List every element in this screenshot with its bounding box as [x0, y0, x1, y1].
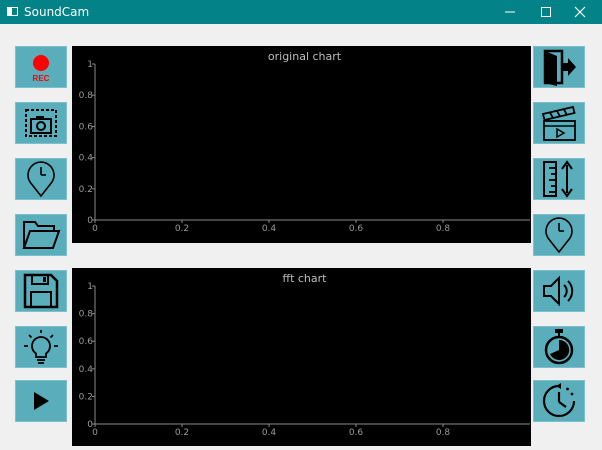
app-window-icon	[7, 7, 18, 16]
lightbulb-icon	[24, 330, 58, 364]
rec-label: REC	[33, 74, 50, 83]
chart-title: fft chart	[283, 272, 328, 285]
maximize-icon	[541, 7, 551, 17]
original-chart-panel: original chart 0 0.2 0.4 0.6 0.8 1 0 0.2 0.4 0.6 0.…	[72, 46, 531, 243]
chart-title: original chart	[268, 50, 342, 63]
original-chart: original chart00.20.40.60.810 0.2 0.4 0.6 0.…	[79, 50, 530, 234]
play-icon	[34, 392, 49, 410]
x-tick-label: 0	[92, 224, 98, 234]
clapperboard-button[interactable]	[533, 102, 585, 144]
scale-button[interactable]	[533, 158, 585, 200]
save-button[interactable]	[15, 270, 67, 312]
main-client-area: REC original chart 0 0.2 0.4 0.6 0.8 1 0…	[1, 24, 601, 449]
screenshot-button[interactable]	[15, 102, 67, 144]
fft-chart: fft chart00.20.40.60.810 0.2 0.4 0.6 0.8	[79, 272, 530, 438]
x-tick-label: 0	[92, 428, 98, 438]
y-tick-label: 0.2	[79, 392, 93, 402]
x-tick-label: 0.4	[262, 428, 277, 438]
close-button[interactable]	[557, 0, 602, 24]
y-tick-label: 0.2	[79, 185, 93, 195]
light-button[interactable]	[15, 326, 67, 368]
y-tick-label: 0.4	[79, 365, 94, 375]
sound-button[interactable]	[533, 270, 585, 312]
timer-pin-icon	[545, 217, 573, 254]
y-tick-label: 0.4	[79, 154, 94, 164]
screenshot-camera-icon	[25, 109, 57, 137]
play-button[interactable]	[15, 380, 67, 422]
x-tick-label: 0.6	[349, 224, 364, 234]
exit-icon	[543, 49, 576, 86]
timer-button-left[interactable]	[15, 158, 67, 200]
open-folder-button[interactable]	[15, 214, 67, 256]
clapperboard-icon	[541, 105, 576, 141]
x-tick-label: 0.6	[349, 428, 364, 438]
timelapse-button[interactable]	[533, 380, 585, 422]
exit-button[interactable]	[533, 46, 585, 88]
timer-pin-icon	[27, 161, 55, 198]
ruler-scale-icon	[543, 160, 573, 198]
speaker-icon	[543, 275, 574, 307]
x-tick-label: 0.4	[262, 224, 277, 234]
clock-refresh-icon	[542, 383, 576, 418]
fft-chart-panel: fft chart 0 0.2 0.4 0.6 0.8 1 0 0.2 0.4 0.6 0.8	[72, 268, 531, 446]
x-tick-label: 0.2	[175, 224, 189, 234]
record-icon	[33, 55, 49, 71]
y-tick-label: 0.6	[79, 122, 94, 132]
window-title: SoundCam	[24, 5, 90, 19]
stopwatch-button[interactable]	[533, 326, 585, 368]
stopwatch-icon	[544, 329, 574, 365]
y-tick-label: 0.8	[79, 91, 94, 101]
y-tick-label: 1	[87, 60, 93, 70]
x-tick-label: 0.8	[436, 428, 451, 438]
save-icon	[23, 273, 59, 309]
y-tick-label: 0.8	[79, 310, 94, 320]
title-bar[interactable]: SoundCam	[0, 0, 602, 24]
record-button[interactable]: REC	[15, 46, 67, 88]
timer-button-right[interactable]	[533, 214, 585, 256]
close-icon	[574, 6, 586, 18]
x-tick-label: 0.2	[175, 428, 189, 438]
x-tick-label: 0.8	[436, 224, 451, 234]
y-tick-label: 1	[87, 282, 93, 292]
folder-icon	[22, 221, 61, 249]
y-tick-label: 0.6	[79, 337, 94, 347]
